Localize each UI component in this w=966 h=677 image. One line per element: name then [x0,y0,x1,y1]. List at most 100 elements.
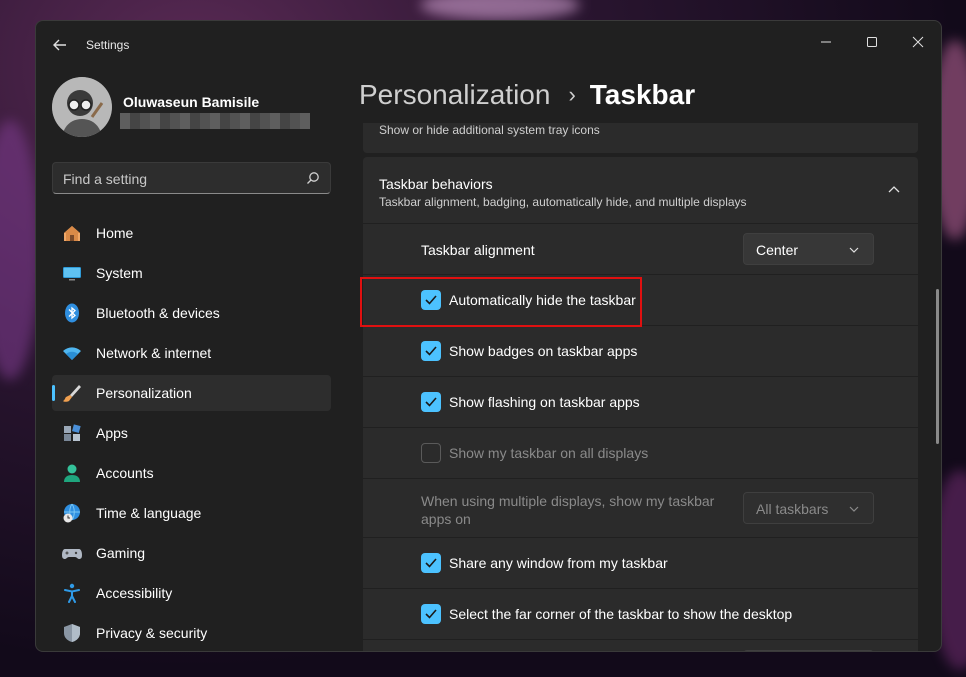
sidebar-item-label: Personalization [96,385,192,401]
multi-display-row: When using multiple displays, show my ta… [363,479,918,537]
highlight-box [360,277,642,327]
close-icon [912,36,924,48]
sidebar-item-system[interactable]: System [52,255,331,291]
system-tray-icons-card[interactable]: Show or hide additional system tray icon… [363,123,918,153]
gamepad-icon [62,549,82,559]
title-bar: Settings [36,21,941,69]
settings-window: Settings Oluwaseun Bamisile Find a setti… [35,20,942,652]
active-indicator [52,385,55,401]
sidebar-item-accounts[interactable]: Accounts [52,455,331,491]
checkbox-label: Show flashing on taskbar apps [449,394,640,410]
person-icon [64,464,80,482]
sidebar-item-label: Accessibility [96,585,173,601]
bluetooth-icon [65,303,79,323]
sidebar-item-label: Apps [96,425,128,441]
flashing-checkbox[interactable] [421,392,441,412]
sidebar-item-network[interactable]: Network & internet [52,335,331,371]
wallpaper-decoration [0,120,40,380]
wallpaper-decoration [420,0,580,20]
brush-icon [63,385,81,402]
taskbar-alignment-row: Taskbar alignment Center [363,224,918,274]
minimize-button[interactable] [803,27,849,57]
sidebar-item-time-language[interactable]: Time & language [52,495,331,531]
breadcrumb: Personalization › Taskbar [359,79,695,111]
all-displays-row: Show my taskbar on all displays [363,428,918,478]
minimize-icon [821,41,831,43]
back-arrow-icon [53,39,66,51]
next-row-partial [363,640,918,651]
breadcrumb-separator: › [568,82,576,107]
sidebar-item-label: Home [96,225,134,241]
sidebar-item-accessibility[interactable]: Accessibility [52,575,331,611]
sidebar-nav: Home System Bluetooth & devices Network … [52,215,331,651]
flashing-row: Show flashing on taskbar apps [363,377,918,427]
shield-icon [64,624,80,642]
sidebar-item-personalization[interactable]: Personalization [52,375,331,411]
far-corner-checkbox[interactable] [421,604,441,624]
home-icon [64,226,80,241]
page-title: Taskbar [589,79,696,110]
all-displays-checkbox[interactable] [421,443,441,463]
accessibility-icon [64,583,80,603]
app-title: Settings [86,38,130,52]
avatar [52,77,112,137]
row-label-line2: apps on [421,511,471,527]
apps-icon [64,424,81,441]
chevron-down-icon [849,506,859,512]
share-window-row: Share any window from my taskbar [363,538,918,588]
checkmark-icon [425,609,437,619]
wifi-icon [63,347,81,360]
checkmark-icon [425,397,437,407]
sidebar-item-bluetooth[interactable]: Bluetooth & devices [52,295,331,331]
group-title: Taskbar behaviors [379,176,493,192]
chevron-down-icon [849,247,859,253]
globe-clock-icon [63,503,80,523]
sidebar-item-gaming[interactable]: Gaming [52,535,331,571]
multi-display-dropdown[interactable]: All taskbars [743,492,874,524]
breadcrumb-parent[interactable]: Personalization [359,79,550,111]
badges-checkbox[interactable] [421,341,441,361]
checkbox-label: Select the far corner of the taskbar to … [449,606,793,622]
avatar-image [52,77,112,137]
dropdown-value: Center [756,242,799,258]
taskbar-behaviors-header[interactable]: Taskbar behaviors Taskbar alignment, bad… [363,157,918,223]
group-subtitle: Taskbar alignment, badging, automaticall… [379,195,747,209]
dropdown-value: All taskbars [756,501,829,517]
monitor-icon [63,267,81,281]
checkbox-label: Show badges on taskbar apps [449,343,638,359]
close-button[interactable] [895,27,941,57]
checkmark-icon [425,346,437,356]
sidebar-item-label: Gaming [96,545,146,561]
chevron-up-icon[interactable] [888,184,900,196]
row-label: Taskbar alignment [421,242,535,258]
search-icon [307,172,319,184]
checkbox-label: Share any window from my taskbar [449,555,668,571]
checkbox-label: Show my taskbar on all displays [449,445,649,461]
far-corner-row: Select the far corner of the taskbar to … [363,589,918,639]
sidebar-item-apps[interactable]: Apps [52,415,331,451]
sidebar-item-privacy-security[interactable]: Privacy & security [52,615,331,651]
taskbar-alignment-dropdown[interactable]: Center [743,233,874,265]
content-pane: Show or hide additional system tray icon… [363,123,918,651]
sidebar-item-label: System [96,265,143,281]
sidebar-item-label: Accounts [96,465,154,481]
card-description: Show or hide additional system tray icon… [379,123,600,137]
checkmark-icon [425,558,437,568]
share-window-checkbox[interactable] [421,553,441,573]
sidebar-item-label: Privacy & security [96,625,208,641]
sidebar-item-label: Time & language [96,505,202,521]
badges-row: Show badges on taskbar apps [363,326,918,376]
partial-dropdown[interactable] [743,650,874,651]
sidebar-item-label: Network & internet [96,345,212,361]
redacted-email [120,113,310,129]
search-input[interactable]: Find a setting [52,162,331,194]
sidebar-item-home[interactable]: Home [52,215,331,251]
sidebar-item-label: Bluetooth & devices [96,305,220,321]
maximize-icon [867,37,877,47]
back-button[interactable] [50,35,70,55]
content-scrollbar[interactable] [936,289,939,444]
maximize-button[interactable] [849,27,895,57]
search-placeholder: Find a setting [63,171,148,187]
profile-name: Oluwaseun Bamisile [123,94,260,110]
row-label-line1: When using multiple displays, show my ta… [421,493,715,509]
